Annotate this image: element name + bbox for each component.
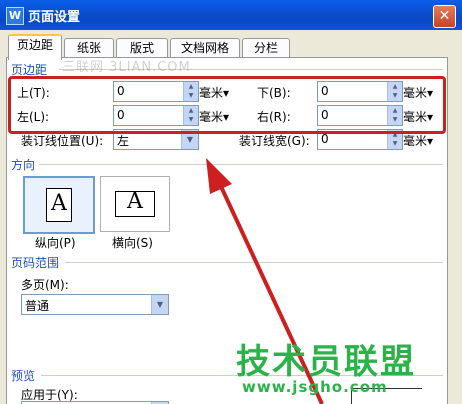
arrow-head <box>206 158 232 194</box>
tab-margins[interactable]: 页边距 <box>8 34 62 60</box>
page-setup-dialog: W 页面设置 ✕ 页边距 纸张 版式 文档网格 分栏 页边距 上(T): 0 ▲… <box>0 0 462 404</box>
watermark-url: www.jsgho.com <box>242 378 388 396</box>
watermark-top: 三联网 3LIAN.COM <box>62 60 191 75</box>
watermark-brand: 技术员联盟 <box>236 342 416 382</box>
